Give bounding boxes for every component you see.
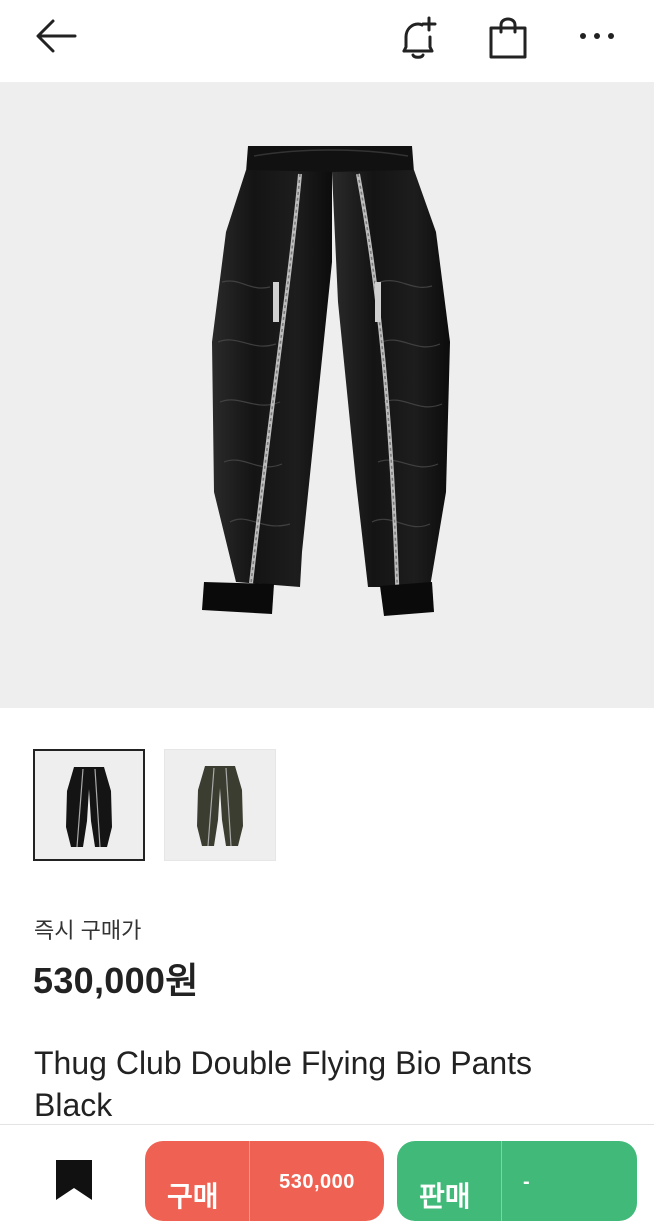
buy-price: 530,000 bbox=[279, 1171, 355, 1193]
instant-buy-price: 530,000원 bbox=[33, 960, 199, 1001]
bookmark-icon bbox=[56, 1160, 92, 1200]
back-button[interactable] bbox=[26, 12, 86, 60]
instant-buy-label: 즉시 구매가 bbox=[34, 918, 142, 943]
sell-label: 판매 bbox=[419, 1181, 471, 1212]
top-nav-bar bbox=[0, 0, 654, 80]
shopping-bag-icon bbox=[489, 17, 527, 59]
more-options-button[interactable] bbox=[572, 16, 622, 56]
sell-button[interactable]: 판매 - bbox=[397, 1141, 637, 1221]
buy-label: 구매 bbox=[167, 1181, 219, 1212]
shopping-bag-button[interactable] bbox=[480, 12, 536, 62]
thumbnail-black[interactable] bbox=[33, 749, 145, 861]
thumbnail-olive-photo bbox=[197, 766, 243, 847]
buy-button[interactable]: 구매 530,000 bbox=[145, 1141, 384, 1221]
price-alert-button[interactable] bbox=[390, 12, 446, 62]
arrow-left-icon bbox=[36, 19, 77, 53]
sell-price: - bbox=[523, 1171, 531, 1193]
bell-plus-icon bbox=[402, 16, 437, 59]
product-main-image[interactable] bbox=[0, 82, 654, 708]
thumbnail-olive[interactable] bbox=[164, 749, 276, 861]
product-title: Thug Club Double Flying Bio Pants Black bbox=[34, 1045, 533, 1123]
thumbnail-black-photo bbox=[66, 767, 112, 848]
pants-photo bbox=[202, 146, 450, 616]
wishlist-button[interactable] bbox=[46, 1152, 102, 1200]
more-horizontal-icon bbox=[580, 33, 614, 39]
